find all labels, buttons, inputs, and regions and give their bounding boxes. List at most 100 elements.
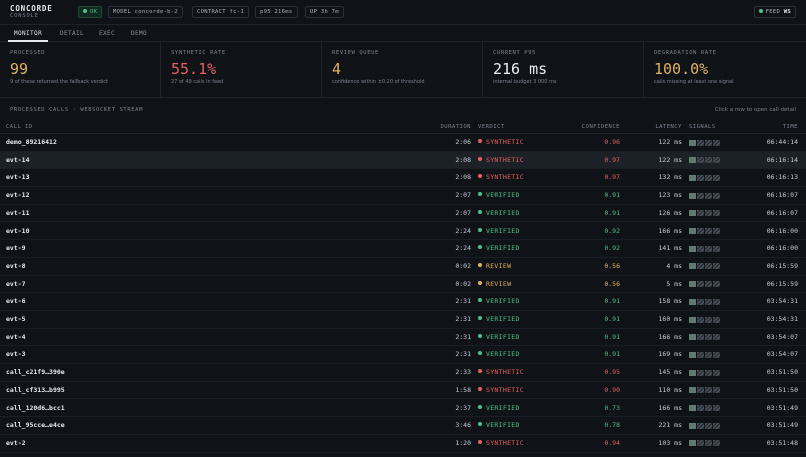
stat-value: 100.0% [654,60,709,78]
table-row[interactable]: call_120d6…bcc1 2:37 VERIFIED 0.73 166 ms 03:… [0,400,806,418]
latency: 158 ms [658,297,682,306]
signal-present-icon [689,245,696,252]
stat-value: 55.1% [171,60,217,78]
col-signals[interactable]: SIGNALS [689,120,716,134]
feed-badge: FEED WS [753,6,796,18]
verdict-dot-icon [478,439,482,444]
timestamp: 03:51:50 [766,368,798,377]
verdict-label: VERIFIED [486,350,520,359]
signal-present-icon [689,228,696,234]
table-row[interactable]: evt-12 2:07 VERIFIED 0.91 123 ms 06:16:07 [0,187,806,205]
table-row[interactable]: evt-5 2:31 VERIFIED 0.91 160 ms 03:54:31 [0,311,806,329]
duration: 2:07 [455,191,471,200]
call-id: evt-11 [6,208,30,217]
table-row[interactable]: evt-14 2:08 SYNTHETIC 0.97 122 ms 06:16:14 [0,151,806,170]
timestamp: 03:54:07 [766,332,798,341]
latency: 110 ms [658,385,682,394]
table-row[interactable]: evt-10 2:24 VERIFIED 0.92 166 ms 06:16:00 [0,223,806,241]
verdict-badge: SYNTHETIC [478,152,524,170]
signal-missing-icon [705,192,712,199]
verdict-label: SYNTHETIC [486,173,524,182]
col-latency[interactable]: LATENCY [655,120,682,134]
table-row[interactable]: demo_89216412 2:06 SYNTHETIC 0.96 122 ms 06:4… [0,134,806,152]
call-id: evt-8 [6,261,26,270]
signal-missing-icon [713,157,720,164]
table-row[interactable]: evt-4 2:31 VERIFIED 0.91 166 ms 03:54:07 [0,329,806,347]
verdict-label: VERIFIED [486,244,520,253]
latency: 166 ms [658,226,682,235]
table-row[interactable]: evt-11 2:07 VERIFIED 0.91 126 ms 06:16:07 [0,205,806,223]
latency: 122 ms [658,155,682,164]
contract-badge: CONTRACT fc-1 [192,6,249,18]
stat-value: 99 [10,60,29,78]
signals [689,157,721,164]
latency: 122 ms [658,138,682,146]
table-row[interactable]: evt-3 2:31 VERIFIED 0.91 169 ms 03:54:07 [0,346,806,365]
latency: 166 ms [658,403,682,412]
col-verdict[interactable]: VERDICT [478,120,505,134]
signal-missing-icon [697,440,704,447]
feed-value: WS [783,9,791,15]
confidence: 0.94 [604,438,620,447]
confidence: 0.90 [604,385,620,394]
table-row[interactable]: evt-8 0:02 REVIEW 0.56 4 ms 06:15:59 [0,258,806,276]
call-id: evt-6 [6,297,26,306]
col-duration[interactable]: DURATION [441,120,472,134]
timestamp: 06:16:00 [766,226,798,235]
timestamp: 06:16:14 [766,155,798,164]
signal-present-icon [689,369,696,376]
signal-missing-icon [705,387,712,394]
signal-missing-icon [705,440,712,447]
col-time[interactable]: TIME [783,120,798,134]
signal-present-icon [689,139,696,146]
latency: 169 ms [658,350,682,359]
tab-monitor[interactable]: MONITOR [8,25,49,42]
table-row[interactable]: call_c21f9…390e 2:33 SYNTHETIC 0.95 145 ms 03… [0,364,806,382]
timestamp: 06:16:07 [766,208,798,217]
col-call-id[interactable]: CALL ID [6,120,33,134]
col-confidence[interactable]: CONFIDENCE [582,120,620,134]
tab-bar: MONITOR DETAIL EXEC DEMO [0,25,806,42]
confidence: 0.95 [604,368,620,377]
table-row[interactable]: evt-6 2:31 VERIFIED 0.91 158 ms 03:54:31 [0,293,806,311]
table-row[interactable]: evt-9 2:24 VERIFIED 0.92 141 ms 06:16:00 [0,240,806,258]
signal-missing-icon [713,405,720,411]
stat-note: confidence within ±0.20 of threshold [332,79,425,85]
verdict-label: SYNTHETIC [486,138,524,146]
table-row[interactable]: evt-2 1:20 SYNTHETIC 0.94 103 ms 03:51:48 [0,435,806,453]
table-row[interactable]: evt-7 0:02 REVIEW 0.56 5 ms 06:15:59 [0,276,806,294]
confidence: 0.56 [604,279,620,288]
latency: 141 ms [658,244,682,253]
call-id: evt-13 [6,173,30,182]
stat-note: internal budget 3 000 ms [493,79,557,85]
duration: 2:24 [455,244,471,253]
tab-demo[interactable]: DEMO [131,25,147,42]
verdict-label: REVIEW [486,261,512,270]
tab-detail[interactable]: DETAIL [60,25,84,42]
verdict-badge: SYNTHETIC [478,169,524,187]
confidence: 0.91 [604,315,620,323]
confidence: 0.96 [604,138,620,146]
tab-exec[interactable]: EXEC [99,25,115,42]
timestamp: 06:44:14 [766,138,798,146]
stat-note: 9 of these returned the fallback verdict [10,79,108,85]
verdict-dot-icon [478,369,482,374]
duration: 1:20 [455,438,471,447]
verdict-label: SYNTHETIC [486,368,524,377]
signal-missing-icon [713,351,720,358]
verdict-dot-icon [478,280,482,285]
table-row[interactable]: call_95cce…e4ce 3:46 VERIFIED 0.78 221 ms 03:… [0,417,806,435]
latency: 166 ms [658,332,682,341]
table-header: CALL ID DURATION VERDICT CONFIDENCE LATE… [0,120,806,134]
status-badge-ok: OK [78,6,103,18]
table-row[interactable]: call_cf313…b995 1:58 SYNTHETIC 0.90 110 ms 03… [0,382,806,400]
signal-missing-icon [713,298,720,305]
confidence: 0.91 [604,297,620,306]
verdict-badge: REVIEW [478,276,511,294]
call-id: evt-14 [6,155,30,164]
table-row[interactable]: evt-13 2:08 SYNTHETIC 0.97 132 ms 06:16:13 [0,169,806,188]
duration: 2:08 [455,155,471,164]
verdict-badge: VERIFIED [478,329,520,347]
signal-missing-icon [713,263,720,270]
signal-present-icon [689,157,696,164]
